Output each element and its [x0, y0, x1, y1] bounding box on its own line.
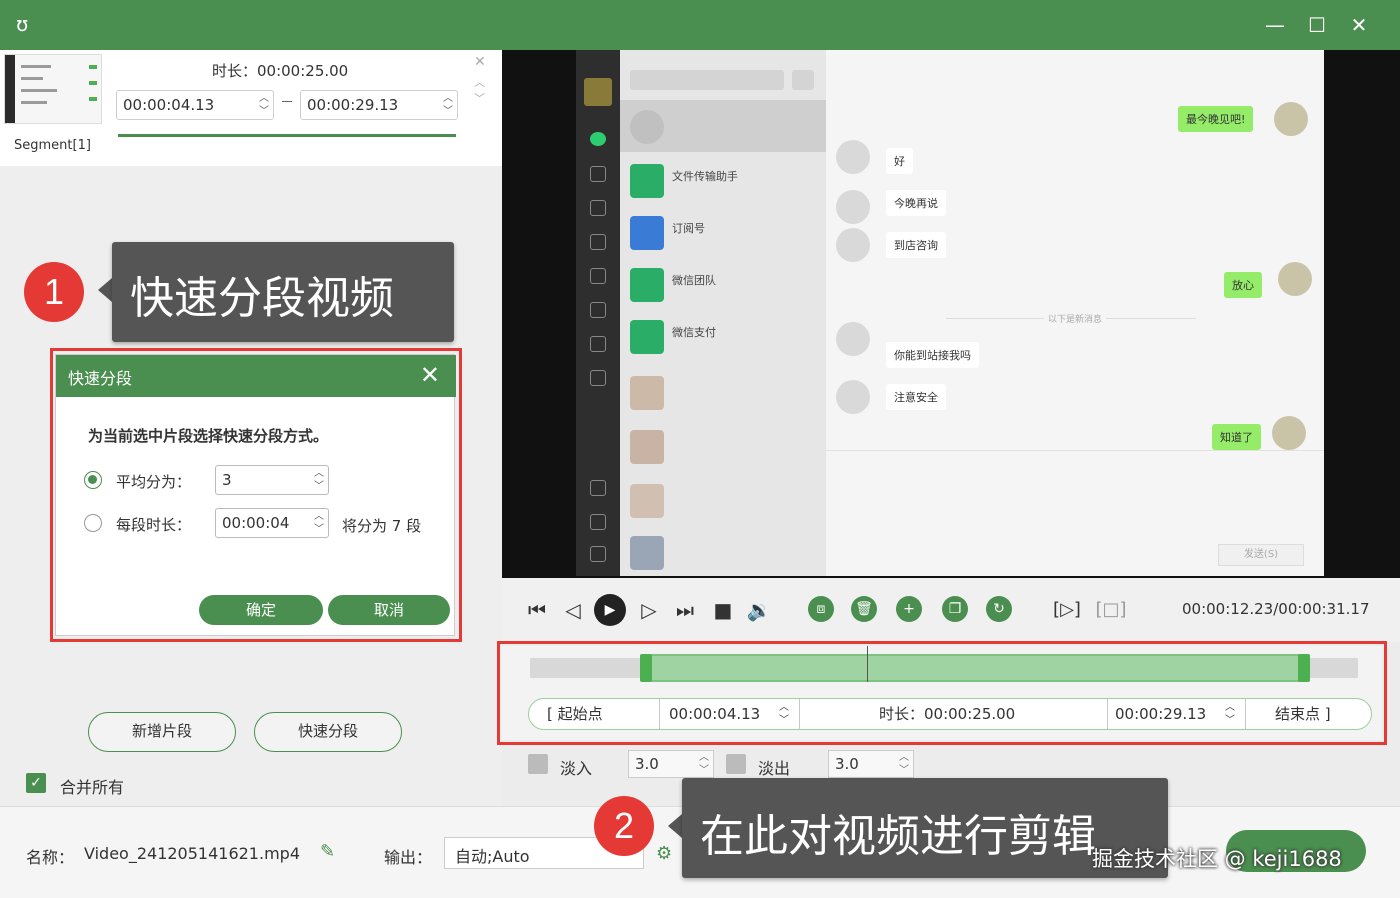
segment-thumbnail[interactable]	[4, 54, 102, 124]
player-controls: ⏮ ◁ ▶ ▷ ⏭ ■ 🔉 ⧈ 🗑 + ❐ ↻ [▷] [□] 00:00:12…	[502, 578, 1400, 642]
minimize-button[interactable]: —	[1260, 10, 1290, 40]
end-time-input[interactable]: 00:00:29.13	[1115, 699, 1206, 729]
dialog-close-icon[interactable]: ✕	[420, 361, 440, 389]
spin-arrows-icon[interactable]: ︿ ﹀	[1225, 701, 1235, 731]
play-icon[interactable]: ▶	[594, 594, 626, 626]
even-split-label: 平均分为：	[116, 473, 192, 491]
split-icon[interactable]: ⧈	[808, 596, 834, 622]
next-frame-icon[interactable]: ▷	[636, 594, 662, 626]
segment-label: Segment[1]	[14, 138, 91, 153]
segment-up-icon[interactable]: ︿	[474, 74, 485, 90]
step-badge-2: 2	[594, 796, 654, 856]
segment-close-icon[interactable]: ✕	[474, 54, 486, 70]
spin-arrows-icon[interactable]: ︿ ﹀	[779, 701, 789, 731]
stop-icon[interactable]: ■	[710, 594, 736, 626]
title-bar: ʊ — ☐ ✕	[0, 0, 1400, 50]
set-start-button[interactable]: [ 起始点	[547, 699, 603, 729]
range-dash	[282, 101, 292, 102]
watermark: 掘金技术社区 @ keji1688	[1092, 847, 1342, 871]
name-label: 名称：	[26, 848, 75, 867]
settings-gear-icon[interactable]: ⚙	[656, 843, 672, 864]
segment-start-input[interactable]: 00:00:04.13 ︿ ﹀	[116, 90, 274, 120]
each-duration-result: 将分为 7 段	[342, 517, 422, 535]
dialog-title: 快速分段	[56, 355, 456, 397]
volume-icon[interactable]: 🔉	[744, 594, 774, 626]
dialog-ok-button[interactable]: 确定	[199, 595, 323, 625]
close-button[interactable]: ✕	[1344, 10, 1374, 40]
output-label: 输出：	[384, 848, 433, 867]
mark-in-icon[interactable]: [▷]	[1050, 594, 1084, 626]
reset-icon[interactable]: ↻	[986, 596, 1012, 622]
spin-arrows-icon[interactable]: ︿ ﹀	[259, 92, 269, 118]
dialog-cancel-button[interactable]: 取消	[328, 595, 450, 625]
fade-in-label: 淡入	[560, 759, 593, 778]
callout-quick-split: 快速分段视频	[112, 242, 454, 342]
segment-end-input[interactable]: 00:00:29.13 ︿ ﹀	[300, 90, 458, 120]
timeline-selection[interactable]	[642, 654, 1304, 682]
set-end-button[interactable]: 结束点 ]	[1275, 699, 1331, 729]
segment-duration: 时长：00:00:25.00	[212, 62, 349, 80]
app-logo-icon: ʊ	[16, 12, 29, 36]
segment-progress-bar	[118, 134, 456, 137]
spin-arrows-icon[interactable]: ︿ ﹀	[899, 751, 909, 777]
fade-out-input[interactable]: 3.0 ︿ ﹀	[828, 750, 914, 778]
quick-split-button[interactable]: 快速分段	[254, 712, 402, 752]
spin-arrows-icon[interactable]: ︿ ﹀	[314, 510, 324, 536]
start-handle[interactable]	[640, 654, 652, 682]
fade-out-checkbox[interactable]	[726, 754, 746, 774]
preview-chat-window: 最今晚见吧! 好 今晚再说 到店咨询 放心 以下是新消息 你能到站接我吗 注意安…	[826, 50, 1324, 576]
spin-arrows-icon[interactable]: ︿ ﹀	[314, 467, 324, 493]
step-badge-1: 1	[24, 262, 84, 322]
copy-icon[interactable]: ❐	[942, 596, 968, 622]
fade-in-checkbox[interactable]	[528, 754, 548, 774]
each-duration-input[interactable]: 00:00:04 ︿ ﹀	[215, 508, 329, 538]
each-duration-label: 每段时长：	[116, 516, 192, 534]
dialog-prompt: 为当前选中片段选择快速分段方式。	[88, 427, 329, 445]
edit-name-icon[interactable]: ✎	[320, 841, 335, 862]
spin-arrows-icon[interactable]: ︿ ﹀	[443, 92, 453, 118]
time-readout: 00:00:12.23/00:00:31.17	[1182, 600, 1370, 618]
segment-down-icon[interactable]: ﹀	[474, 90, 485, 106]
preview-sidebar	[576, 50, 620, 576]
even-split-input[interactable]: 3 ︿ ﹀	[215, 465, 329, 495]
playhead[interactable]	[867, 646, 868, 682]
mark-out-icon[interactable]: [□]	[1094, 594, 1128, 626]
skip-start-icon[interactable]: ⏮	[522, 594, 552, 626]
quick-split-dialog: 快速分段 ✕ 为当前选中片段选择快速分段方式。 平均分为： 3 ︿ ﹀ 每段时长：…	[55, 354, 456, 636]
callout-pointer	[668, 814, 682, 838]
skip-end-icon[interactable]: ⏭	[670, 594, 700, 626]
segment-strip: Segment[1] 时长：00:00:25.00 00:00:04.13 ︿ ﹀…	[0, 50, 502, 166]
callout-pointer	[98, 278, 112, 302]
range-duration: 时长：00:00:25.00	[879, 705, 1016, 723]
preview-chat-list: 文件传输助手 订阅号 微信团队 微信支付	[620, 50, 826, 576]
maximize-button[interactable]: ☐	[1302, 10, 1332, 40]
fade-in-input[interactable]: 3.0 ︿ ﹀	[628, 750, 714, 778]
merge-all-checkbox[interactable]: ✓	[26, 773, 46, 793]
prev-frame-icon[interactable]: ◁	[560, 594, 586, 626]
range-bar: [ 起始点 00:00:04.13 ︿ ﹀ 时长：00:00:25.00 00:0…	[528, 698, 1372, 730]
file-name: Video_241205141621.mp4	[84, 844, 300, 863]
video-preview: 文件传输助手 订阅号 微信团队 微信支付 最今晚见吧! 好 今晚再说 到店咨询 …	[502, 50, 1400, 578]
end-handle[interactable]	[1298, 654, 1310, 682]
timeline: [ 起始点 00:00:04.13 ︿ ﹀ 时长：00:00:25.00 00:0…	[502, 646, 1382, 740]
spin-arrows-icon[interactable]: ︿ ﹀	[699, 751, 709, 777]
add-segment-button[interactable]: 新增片段	[88, 712, 236, 752]
radio-each-duration[interactable]	[84, 514, 102, 532]
merge-all-label: 合并所有	[60, 778, 125, 797]
add-icon[interactable]: +	[896, 596, 922, 622]
fade-out-label: 淡出	[758, 759, 791, 778]
delete-icon[interactable]: 🗑	[851, 596, 877, 622]
start-time-input[interactable]: 00:00:04.13	[669, 699, 760, 729]
radio-even-split[interactable]	[84, 471, 102, 489]
